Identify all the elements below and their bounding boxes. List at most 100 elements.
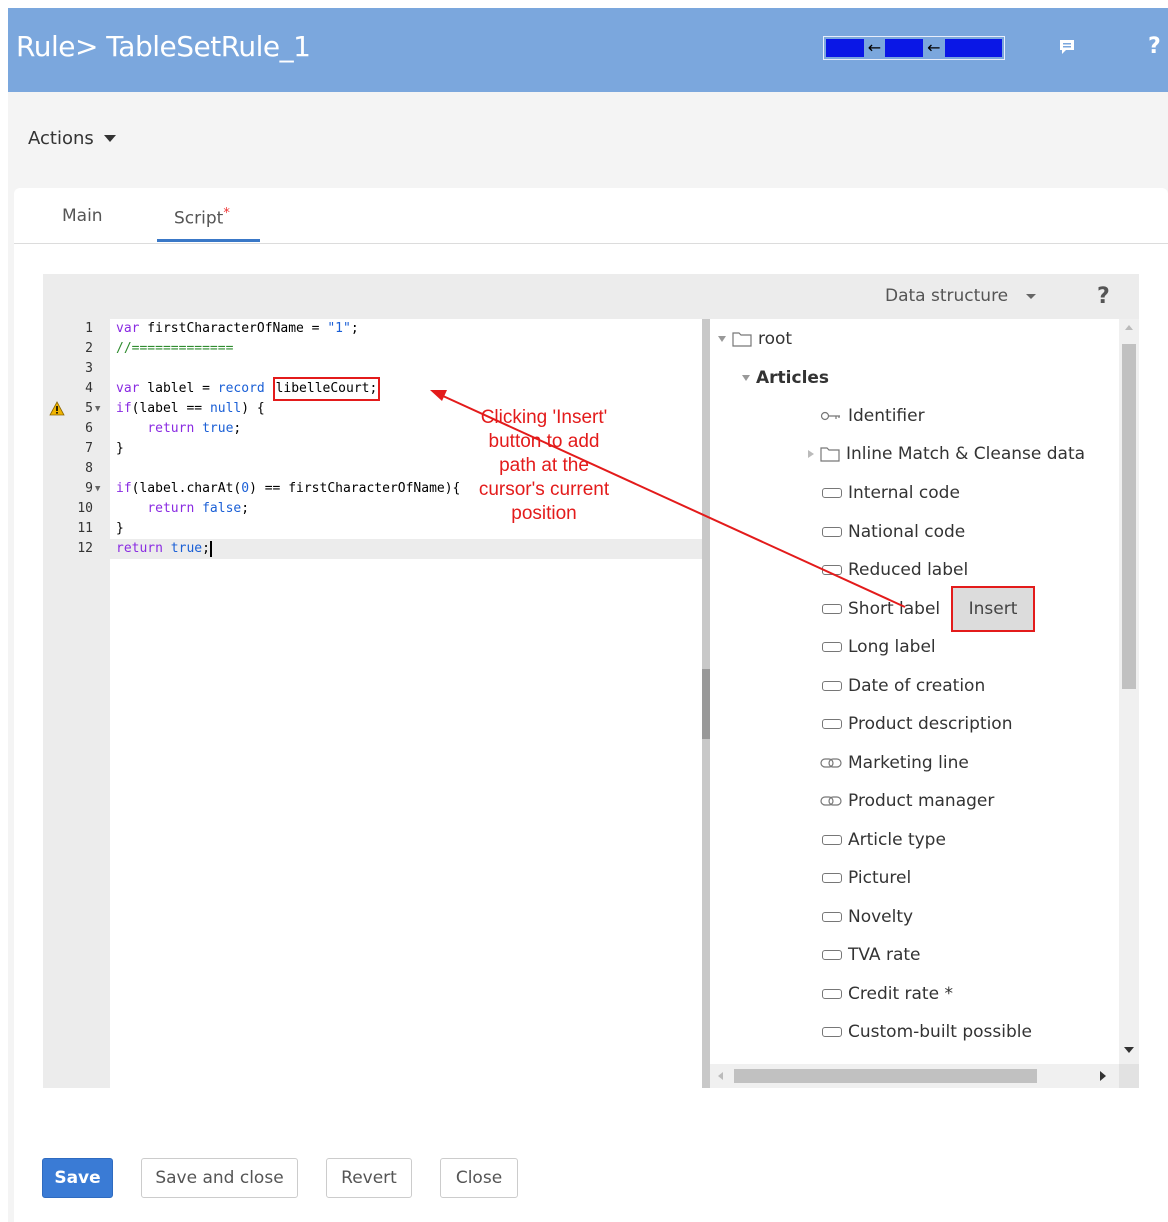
tree-node-field[interactable]: Novelty <box>822 903 913 931</box>
chevron-down-icon <box>1026 293 1037 299</box>
tree-node-link[interactable]: Marketing line <box>820 749 969 777</box>
page-title: Rule> TableSetRule_1 <box>16 30 311 63</box>
tab-script[interactable]: Script* <box>174 206 230 229</box>
tree-node-field[interactable]: Date of creation <box>822 672 985 700</box>
tree-node-field[interactable]: Internal code <box>822 479 960 507</box>
tree-node-field[interactable]: Product description <box>822 710 1012 738</box>
field-icon <box>822 565 842 575</box>
code-line-active[interactable]: 12 return true; <box>43 539 702 559</box>
pane-splitter[interactable] <box>702 319 710 1088</box>
tree-vertical-scrollbar[interactable] <box>1119 319 1139 1064</box>
line-number: 6 <box>85 421 93 436</box>
field-icon <box>822 950 842 960</box>
tree-node-field[interactable]: Long label <box>822 633 936 661</box>
link-icon <box>820 758 842 768</box>
field-icon <box>822 604 842 614</box>
scroll-up-icon[interactable] <box>1125 325 1133 330</box>
tab-bar: Main Script* <box>14 188 1168 244</box>
tree-node-field[interactable]: TVA rate <box>822 941 921 969</box>
line-number: 11 <box>77 521 93 536</box>
tree-node-link[interactable]: Product manager <box>820 787 994 815</box>
field-icon <box>822 642 842 652</box>
tree-node-label: National code <box>848 522 966 542</box>
actions-menu[interactable]: Actions <box>28 128 116 149</box>
chevron-down-icon <box>103 135 116 142</box>
line-number: 1 <box>85 321 93 336</box>
annotation-callout: Clicking 'Insert' button to add path at … <box>470 406 618 526</box>
field-icon <box>822 681 842 691</box>
tree-node-label: Novelty <box>848 907 914 927</box>
scroll-left-icon[interactable] <box>718 1072 723 1080</box>
title-bar: Rule> TableSetRule_1 ← ← ? <box>8 8 1168 92</box>
tree-node-inline-match[interactable]: Inline Match & Cleanse data <box>808 440 1085 468</box>
line-number: 10 <box>77 501 93 516</box>
tree-node-field[interactable]: Article type <box>822 826 946 854</box>
blue-block <box>826 39 864 57</box>
tree-node-field[interactable]: Picturel <box>822 864 911 892</box>
line-number: 9 <box>85 481 93 496</box>
scroll-right-icon[interactable] <box>1100 1071 1106 1081</box>
text-cursor <box>209 540 212 557</box>
code-text: } <box>116 441 124 456</box>
tree-horizontal-scrollbar[interactable] <box>710 1064 1119 1088</box>
line-number: 7 <box>85 441 93 456</box>
folder-icon <box>820 447 840 462</box>
help-icon[interactable]: ? <box>1148 34 1161 59</box>
fold-toggle-icon[interactable]: ▼ <box>95 399 100 419</box>
scroll-down-icon[interactable] <box>1124 1047 1134 1053</box>
tree-node-label: Marketing line <box>848 753 969 773</box>
code-text: var lablel = record libelleCourt; <box>116 377 381 401</box>
tree-node-label: Date of creation <box>848 676 986 696</box>
code-line[interactable]: 2 //============= <box>43 339 702 359</box>
tree-node-field[interactable]: Custom-built possible <box>822 1018 1032 1046</box>
data-structure-dropdown[interactable]: Data structure <box>885 286 1037 306</box>
revert-button[interactable]: Revert <box>326 1158 412 1198</box>
tree-node-label: TVA rate <box>848 945 921 965</box>
code-line[interactable]: 1 var firstCharacterOfName = "1"; <box>43 319 702 339</box>
collapsed-triangle-icon[interactable] <box>808 450 814 458</box>
navigation-arrows-widget[interactable]: ← ← <box>823 36 1005 60</box>
modified-indicator: * <box>223 206 230 221</box>
tree-node-field[interactable]: Reduced label <box>822 556 968 584</box>
scrollbar-thumb[interactable] <box>734 1069 1037 1083</box>
tree-node-identifier[interactable]: Identifier <box>820 402 925 430</box>
field-icon <box>822 912 842 922</box>
expanded-triangle-icon[interactable] <box>742 375 750 381</box>
line-number: 12 <box>77 541 93 556</box>
line-number: 5 <box>85 401 93 416</box>
code-text: return true; <box>116 540 212 557</box>
data-structure-tree: root Articles Identifier Inline Match & … <box>710 319 1139 1088</box>
close-button[interactable]: Close <box>440 1158 518 1198</box>
editor-toolbar: Data structure ? <box>43 274 1139 319</box>
code-line[interactable]: 4 var lablel = record libelleCourt; <box>43 377 702 401</box>
code-text: if(label.charAt(0) == firstCharacterOfNa… <box>116 481 461 496</box>
tree-node-articles[interactable]: Articles <box>742 364 829 392</box>
tab-main[interactable]: Main <box>62 206 103 226</box>
tree-node-field[interactable]: Credit rate * <box>822 980 953 1008</box>
save-and-close-button[interactable]: Save and close <box>141 1158 298 1198</box>
field-icon <box>822 835 842 845</box>
actions-label: Actions <box>28 128 94 149</box>
field-icon <box>822 488 842 498</box>
comment-icon[interactable] <box>1058 38 1076 56</box>
field-icon <box>822 527 842 537</box>
tree-node-label: Long label <box>848 637 936 657</box>
tree-node-label: Identifier <box>848 406 925 426</box>
code-text: } <box>116 521 124 536</box>
tree-node-label: Custom-built possible <box>848 1022 1032 1042</box>
code-text: //============= <box>116 341 234 356</box>
field-icon <box>822 873 842 883</box>
tree-node-field[interactable]: National code <box>822 518 965 546</box>
save-button[interactable]: Save <box>42 1158 113 1198</box>
fold-toggle-icon[interactable]: ▼ <box>95 479 100 499</box>
tree-node-field[interactable]: Short label <box>822 595 940 623</box>
tree-node-label: Product manager <box>848 791 995 811</box>
tree-node-root[interactable]: root <box>718 325 792 353</box>
data-structure-help-icon[interactable]: ? <box>1097 284 1110 309</box>
splitter-handle[interactable] <box>702 669 710 739</box>
scrollbar-thumb[interactable] <box>1122 344 1136 689</box>
insert-button[interactable]: Insert <box>951 586 1035 632</box>
code-line[interactable]: 3 <box>43 359 702 379</box>
inserted-path-highlight: libelleCourt; <box>272 377 381 401</box>
expanded-triangle-icon[interactable] <box>718 336 726 342</box>
